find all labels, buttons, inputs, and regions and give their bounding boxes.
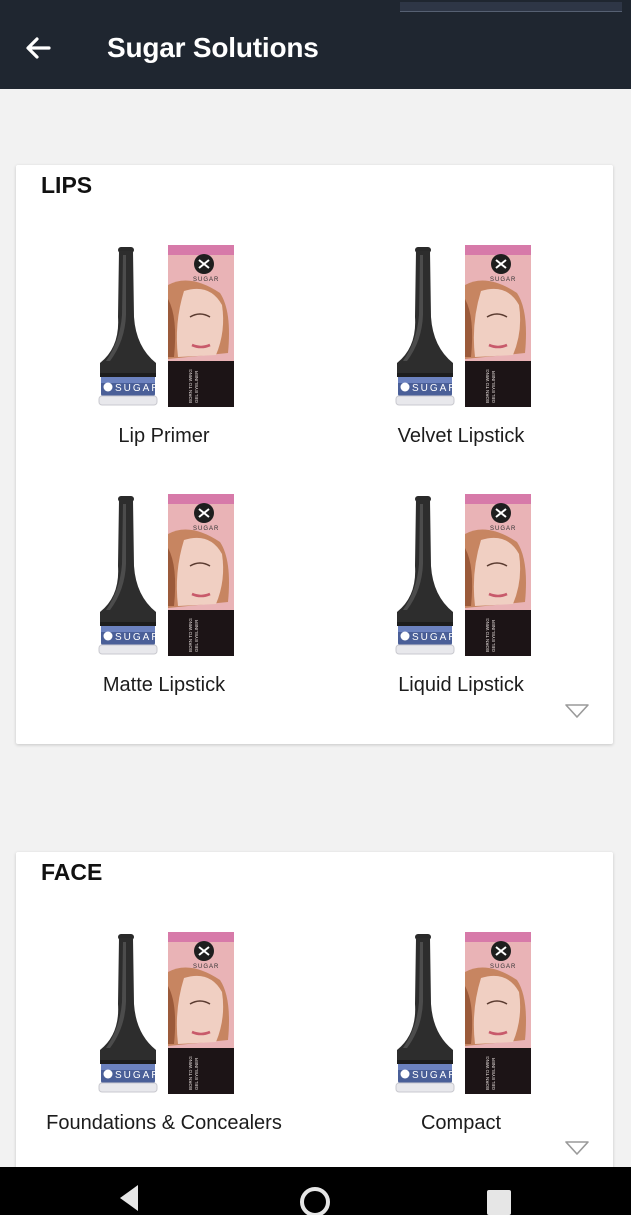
- product-thumbnail: SUGAR SUGAR BORN TO WING GEL EYELINER: [395, 932, 531, 1094]
- svg-text:GEL EYELINER: GEL EYELINER: [194, 619, 199, 652]
- nav-back-button[interactable]: [108, 1181, 148, 1215]
- svg-text:SUGAR: SUGAR: [412, 1070, 458, 1081]
- product-label: Liquid Lipstick: [398, 674, 524, 696]
- system-navigation-bar: [0, 1167, 631, 1215]
- product-image: SUGAR SUGAR BORN TO WING GEL EYELINER: [98, 494, 234, 656]
- svg-text:SUGAR: SUGAR: [412, 383, 458, 394]
- product-thumbnail: SUGAR SUGAR BORN TO WING GEL EYELINER: [98, 932, 234, 1094]
- expand-button[interactable]: [564, 703, 590, 719]
- svg-text:SUGAR: SUGAR: [115, 383, 161, 394]
- product-label: Foundations & Concealers: [46, 1112, 282, 1134]
- product-item-liquid-lipstick[interactable]: SUGAR SUGAR BORN TO WING GEL EYELINER Li…: [313, 494, 609, 704]
- product-thumbnail: SUGAR SUGAR BORN TO WING GEL EYELINER: [395, 494, 531, 656]
- product-item-foundations-concealers[interactable]: SUGAR SUGAR BORN TO WING GEL EYELINER Fo…: [16, 932, 312, 1142]
- recents-square-icon: [487, 1190, 511, 1215]
- product-label: Velvet Lipstick: [397, 425, 525, 447]
- svg-text:SUGAR: SUGAR: [412, 632, 458, 643]
- section-card-face: FACE SUGAR SUGAR BORN TO WING GEL EYELIN…: [16, 852, 613, 1182]
- svg-text:GEL EYELINER: GEL EYELINER: [491, 1057, 496, 1090]
- product-image: SUGAR SUGAR BORN TO WING GEL EYELINER: [98, 932, 234, 1094]
- product-item-matte-lipstick[interactable]: SUGAR SUGAR BORN TO WING GEL EYELINER Ma…: [16, 494, 312, 704]
- svg-text:SUGAR: SUGAR: [115, 632, 161, 643]
- product-thumbnail: SUGAR SUGAR BORN TO WING GEL EYELINER: [98, 494, 234, 656]
- product-thumbnail: SUGAR SUGAR BORN TO WING GEL EYELINER: [395, 245, 531, 407]
- triangle-down-icon: [565, 704, 589, 718]
- product-image: SUGAR SUGAR BORN TO WING GEL EYELINER: [98, 245, 234, 407]
- svg-text:BORN TO WING: BORN TO WING: [188, 618, 193, 652]
- nav-home-button[interactable]: [295, 1181, 335, 1215]
- svg-text:BORN TO WING: BORN TO WING: [485, 618, 490, 652]
- section-title: FACE: [41, 859, 103, 885]
- app-bar: Sugar Solutions: [0, 12, 631, 89]
- section-card-lips: LIPS SUGAR SUGAR BORN TO WING GEL EYELIN…: [16, 165, 613, 744]
- triangle-down-icon: [565, 1141, 589, 1155]
- arrow-left-icon: [26, 37, 51, 59]
- svg-text:BORN TO WING: BORN TO WING: [188, 1056, 193, 1090]
- product-image: SUGAR SUGAR BORN TO WING GEL EYELINER: [395, 245, 531, 407]
- svg-text:GEL EYELINER: GEL EYELINER: [491, 370, 496, 403]
- product-thumbnail: SUGAR SUGAR BORN TO WING GEL EYELINER: [98, 245, 234, 407]
- svg-text:GEL EYELINER: GEL EYELINER: [194, 1057, 199, 1090]
- back-triangle-icon: [120, 1185, 138, 1211]
- product-item-compact[interactable]: SUGAR SUGAR BORN TO WING GEL EYELINER Co…: [313, 932, 609, 1142]
- expand-button[interactable]: [564, 1140, 590, 1156]
- product-image: SUGAR SUGAR BORN TO WING GEL EYELINER: [395, 494, 531, 656]
- svg-text:GEL EYELINER: GEL EYELINER: [194, 370, 199, 403]
- product-item-velvet-lipstick[interactable]: SUGAR SUGAR BORN TO WING GEL EYELINER Ve…: [313, 245, 609, 455]
- product-label: Lip Primer: [118, 425, 210, 447]
- svg-text:SUGAR: SUGAR: [115, 1070, 161, 1081]
- product-label: Matte Lipstick: [102, 674, 226, 696]
- svg-text:BORN TO WING: BORN TO WING: [188, 369, 193, 403]
- svg-text:BORN TO WING: BORN TO WING: [485, 1056, 490, 1090]
- section-title: LIPS: [41, 172, 93, 198]
- svg-text:BORN TO WING: BORN TO WING: [485, 369, 490, 403]
- product-image: SUGAR SUGAR BORN TO WING GEL EYELINER: [395, 932, 531, 1094]
- page-title: Sugar Solutions: [107, 32, 319, 63]
- svg-text:GEL EYELINER: GEL EYELINER: [491, 619, 496, 652]
- nav-recents-button[interactable]: [479, 1181, 519, 1215]
- back-button[interactable]: [20, 30, 56, 66]
- product-label: Compact: [420, 1112, 502, 1134]
- product-item-lip-primer[interactable]: SUGAR SUGAR BORN TO WING GEL EYELINER Li…: [16, 245, 312, 455]
- home-circle-icon: [300, 1187, 330, 1215]
